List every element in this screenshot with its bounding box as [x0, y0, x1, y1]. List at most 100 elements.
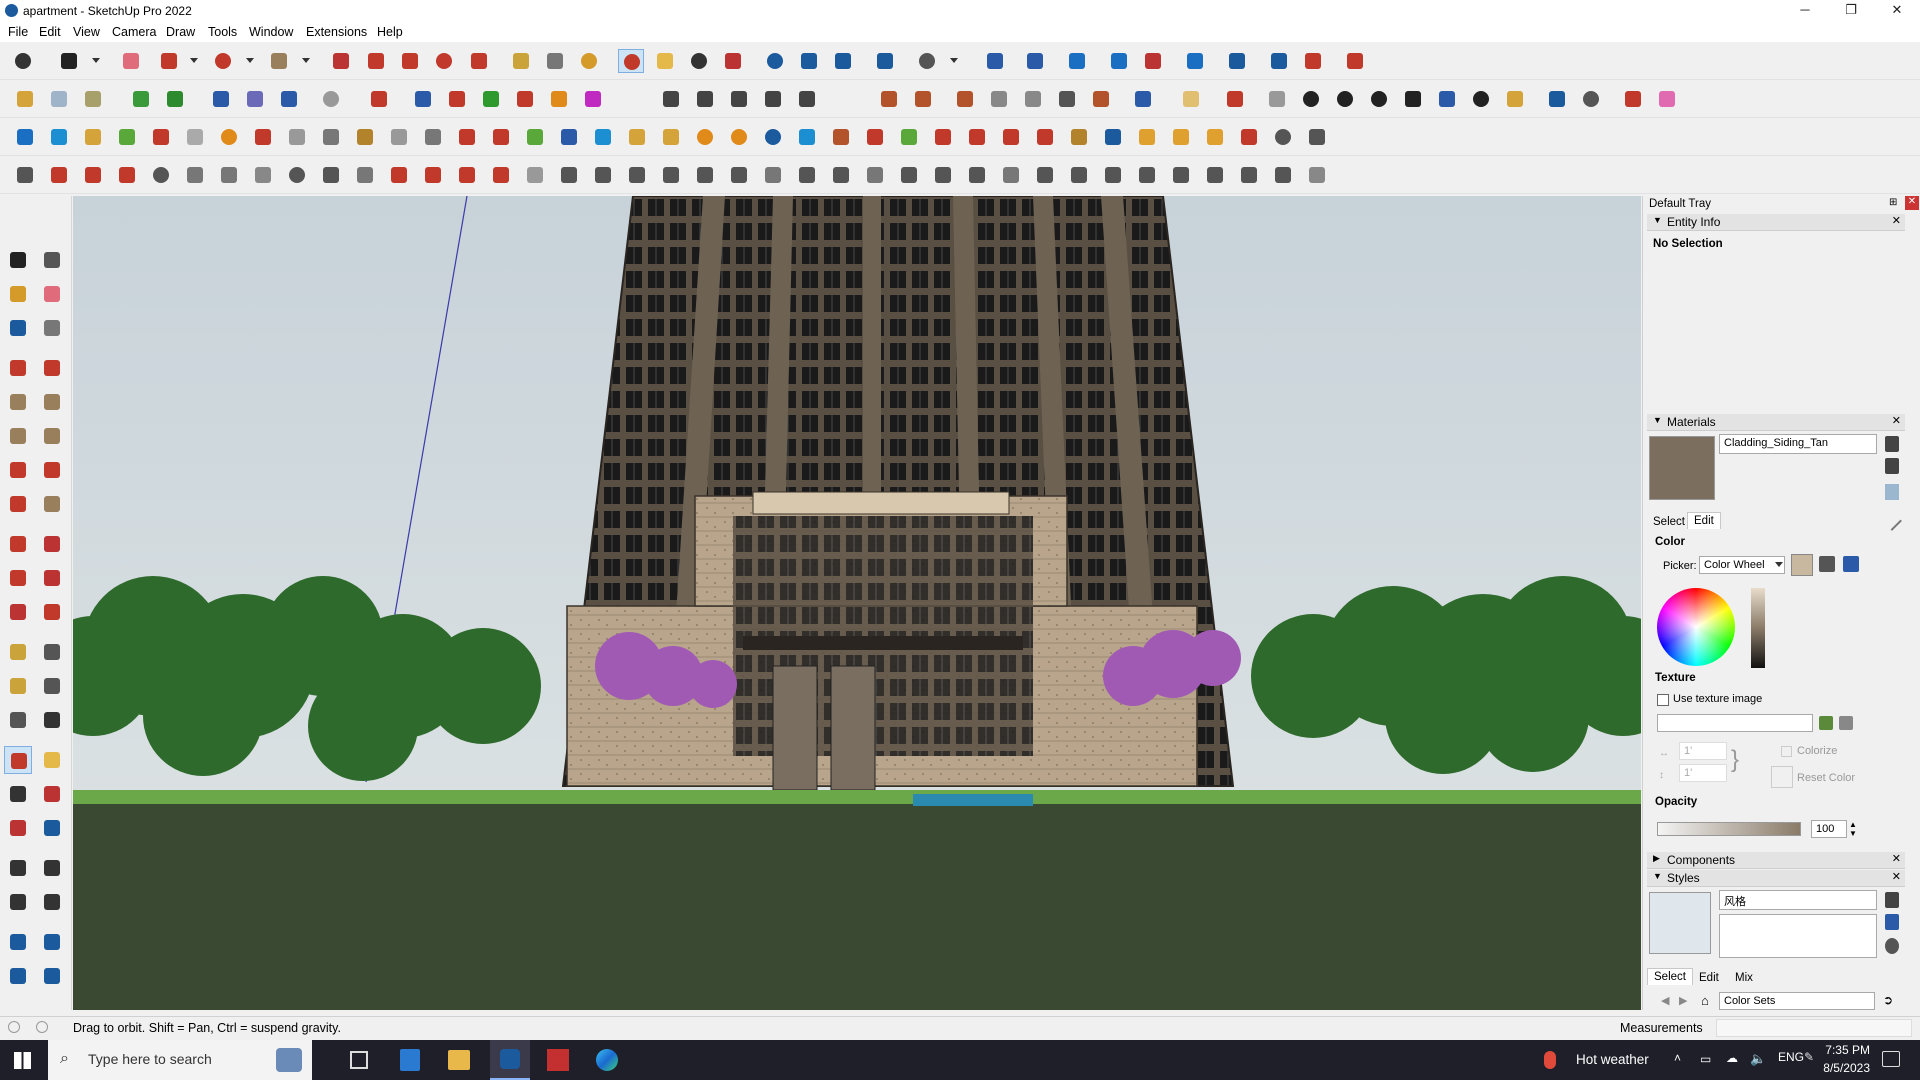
orbit-tool-icon[interactable] [4, 746, 32, 774]
minimize-button[interactable]: ─ [1782, 0, 1828, 22]
tool-icon[interactable] [556, 163, 582, 187]
select-tool-icon[interactable] [4, 246, 32, 274]
material-name-field[interactable]: Cladding_Siding_Tan [1719, 434, 1877, 454]
styles-mix-tab[interactable]: Mix [1729, 970, 1759, 986]
circle-tool-icon[interactable] [4, 422, 32, 450]
tool-icon[interactable] [964, 163, 990, 187]
notifications-icon[interactable] [1882, 1051, 1900, 1067]
edit-texture-icon[interactable] [1839, 716, 1853, 730]
opacity-value-field[interactable]: 100 [1811, 820, 1847, 838]
cube-icon[interactable] [46, 87, 72, 111]
pan-tool-icon[interactable] [652, 49, 678, 73]
browse-texture-icon[interactable] [1819, 716, 1833, 730]
house-icon[interactable] [726, 87, 752, 111]
arrow-icon[interactable] [512, 87, 538, 111]
measurements-field[interactable] [1716, 1019, 1912, 1037]
freehand-icon[interactable] [38, 354, 66, 382]
hand-tool-icon[interactable] [1342, 49, 1368, 73]
leaf-icon[interactable] [1178, 87, 1204, 111]
curve-icon[interactable] [1434, 87, 1460, 111]
eraser-icon[interactable] [1654, 87, 1680, 111]
layout-icon[interactable] [830, 49, 856, 73]
redo-icon[interactable] [1300, 49, 1326, 73]
tool-icon[interactable] [1202, 125, 1228, 149]
arrow-icon[interactable] [366, 87, 392, 111]
polygon-icon[interactable] [1332, 87, 1358, 111]
eraser-icon[interactable] [118, 49, 144, 73]
tool-icon[interactable] [624, 125, 650, 149]
style-collection-select[interactable]: Color Sets [1719, 992, 1875, 1010]
tool-icon[interactable] [1304, 163, 1330, 187]
tool-icon[interactable] [420, 163, 446, 187]
pencil-icon[interactable] [38, 314, 66, 342]
task-view-icon[interactable] [350, 1051, 368, 1069]
extension-manager-icon[interactable] [38, 962, 66, 990]
curve-icon[interactable] [318, 87, 344, 111]
tool-icon[interactable] [1236, 125, 1262, 149]
tool-icon[interactable] [114, 163, 140, 187]
undo-icon[interactable] [1266, 49, 1292, 73]
tool-icon[interactable] [760, 163, 786, 187]
tool-icon[interactable] [930, 125, 956, 149]
chevron-down-icon[interactable] [1775, 562, 1783, 567]
tool-icon[interactable] [352, 125, 378, 149]
import-icon[interactable] [1106, 49, 1132, 73]
section-plane-icon[interactable] [1224, 49, 1250, 73]
info-icon[interactable] [36, 1021, 48, 1033]
tool-icon[interactable] [1304, 125, 1330, 149]
section-icon[interactable] [208, 87, 234, 111]
menu-help[interactable]: Help [377, 25, 403, 39]
text-tool-icon[interactable] [38, 672, 66, 700]
zoom-window-icon[interactable] [38, 780, 66, 808]
components-header[interactable]: ▶ Components ✕ [1647, 852, 1905, 869]
text-tool-icon[interactable] [542, 49, 568, 73]
opacity-slider[interactable] [1657, 822, 1801, 836]
rotate-tool-icon[interactable] [431, 49, 457, 73]
tool-icon[interactable] [1134, 163, 1160, 187]
export-icon[interactable] [1140, 49, 1166, 73]
tool-icon[interactable] [624, 163, 650, 187]
rectangle-tool-icon[interactable] [266, 49, 292, 73]
tool-icon[interactable] [12, 125, 38, 149]
tool-icon[interactable] [1066, 125, 1092, 149]
tool-icon[interactable] [1032, 125, 1058, 149]
tool-icon[interactable] [148, 163, 174, 187]
pie-tool-icon[interactable] [38, 490, 66, 518]
tool-icon[interactable] [828, 125, 854, 149]
3d-warehouse-icon[interactable] [4, 928, 32, 956]
tool-icon[interactable] [726, 163, 752, 187]
measure-icon[interactable] [1620, 87, 1646, 111]
zoom-icon[interactable] [10, 49, 36, 73]
ellipse-icon[interactable] [1366, 87, 1392, 111]
arc-tool-icon[interactable] [210, 49, 236, 73]
tool-icon[interactable] [1168, 125, 1194, 149]
close-icon[interactable]: ✕ [1892, 414, 1901, 427]
tool-icon[interactable] [896, 125, 922, 149]
layout-icon[interactable] [4, 962, 32, 990]
menu-window[interactable]: Window [249, 25, 293, 39]
section-icon[interactable] [242, 87, 268, 111]
rotate-tool-icon[interactable] [4, 564, 32, 592]
tool-icon[interactable] [828, 163, 854, 187]
tool-icon[interactable] [488, 163, 514, 187]
chevron-down-icon[interactable] [302, 58, 310, 63]
reset-color-label[interactable]: Reset Color [1797, 772, 1855, 784]
push-pull-icon[interactable] [328, 49, 354, 73]
clock-date[interactable]: 8/5/2023 [1800, 1061, 1870, 1075]
tool-icon[interactable] [420, 125, 446, 149]
cloud-icon[interactable]: ☁ [1726, 1051, 1738, 1065]
tool-icon[interactable] [1168, 163, 1194, 187]
tool-icon[interactable] [692, 125, 718, 149]
current-color-swatch[interactable] [1791, 554, 1813, 576]
menu-draw[interactable]: Draw [166, 25, 195, 39]
texture-width-field[interactable]: 1' [1679, 742, 1727, 760]
texture-path-field[interactable] [1657, 714, 1813, 732]
tool-icon[interactable] [522, 163, 548, 187]
forward-icon[interactable]: ▶ [1679, 994, 1687, 1007]
texture-icon[interactable] [1054, 87, 1080, 111]
three-point-arc-icon[interactable] [4, 490, 32, 518]
tool-icon[interactable] [726, 125, 752, 149]
house-icon[interactable] [658, 87, 684, 111]
tool-icon[interactable] [896, 163, 922, 187]
position-camera-icon[interactable] [4, 854, 32, 882]
